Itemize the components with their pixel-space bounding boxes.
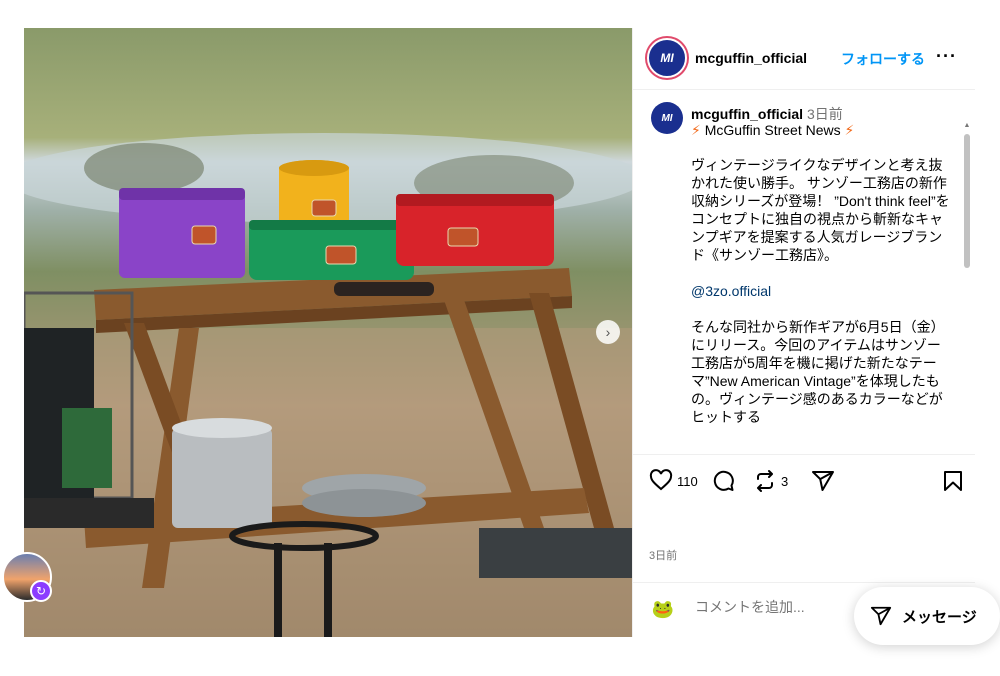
caption-title: ⚡ McGuffin Street News ⚡	[691, 122, 854, 139]
sync-icon[interactable]: ↻	[30, 580, 52, 602]
caption-avatar[interactable]: MI	[651, 102, 683, 134]
repost-button[interactable]: 3	[753, 469, 788, 493]
action-bar: 110 3 3日前	[633, 454, 975, 564]
caption-scrollbar[interactable]: ▲ ▼	[963, 122, 971, 454]
caption-area: MI mcguffin_official 3日前 ⚡ McGuffin Stree…	[633, 90, 975, 454]
share-button[interactable]	[811, 469, 835, 493]
header-username[interactable]: mcguffin_official	[695, 50, 807, 66]
like-button[interactable]: 110	[649, 469, 698, 493]
bookmark-button[interactable]	[941, 469, 965, 493]
more-options-icon[interactable]: ···	[936, 46, 957, 67]
carousel-next-icon[interactable]: ›	[596, 320, 620, 344]
caption-paragraph: そんな同社から新作ギアが6月5日（金）にリリース。今回のアイテムはサンゾー工務店…	[691, 319, 945, 425]
frog-avatar-icon[interactable]: 🐸	[647, 593, 679, 625]
mention-link[interactable]: @3zo.official	[691, 283, 771, 299]
comment-icon	[713, 470, 734, 491]
send-icon	[870, 606, 892, 626]
comment-button[interactable]	[711, 469, 735, 493]
bookmark-icon	[944, 471, 962, 491]
post-sidebar: MI mcguffin_official フォローする ··· MI mcguf…	[632, 28, 975, 637]
post-image[interactable]: ›	[24, 28, 632, 637]
repost-count: 3	[781, 473, 789, 489]
scroll-thumb[interactable]	[964, 134, 970, 268]
caption-title-text: McGuffin Street News	[704, 122, 841, 138]
caption-time: 3日前	[807, 106, 843, 122]
caption-header: mcguffin_official 3日前	[691, 104, 843, 124]
avatar[interactable]: MI	[647, 38, 687, 78]
repost-icon	[757, 470, 773, 492]
heart-icon	[649, 469, 673, 491]
message-button[interactable]: メッセージ	[854, 587, 1000, 645]
camping-gear-photo	[24, 133, 632, 637]
lightning-icon: ⚡	[844, 122, 855, 138]
scroll-up-icon[interactable]: ▲	[963, 122, 971, 130]
share-icon	[812, 471, 834, 491]
like-count: 110	[677, 473, 698, 489]
caption-username[interactable]: mcguffin_official	[691, 106, 803, 122]
message-label: メッセージ	[902, 608, 977, 626]
follow-button[interactable]: フォローする	[841, 49, 925, 69]
caption-body: ヴィンテージライクなデザインと考え抜かれた使い勝手。 サンゾー工務店の新作収納シ…	[691, 156, 953, 444]
post-header: MI mcguffin_official フォローする ···	[633, 28, 975, 90]
lightning-icon: ⚡	[691, 122, 701, 138]
post-card: › MI mcguffin_official フォローする ··· MI mcg…	[24, 28, 975, 637]
post-time[interactable]: 3日前	[649, 547, 677, 563]
caption-paragraph: ヴィンテージライクなデザインと考え抜かれた使い勝手。 サンゾー工務店の新作収納シ…	[691, 157, 950, 263]
